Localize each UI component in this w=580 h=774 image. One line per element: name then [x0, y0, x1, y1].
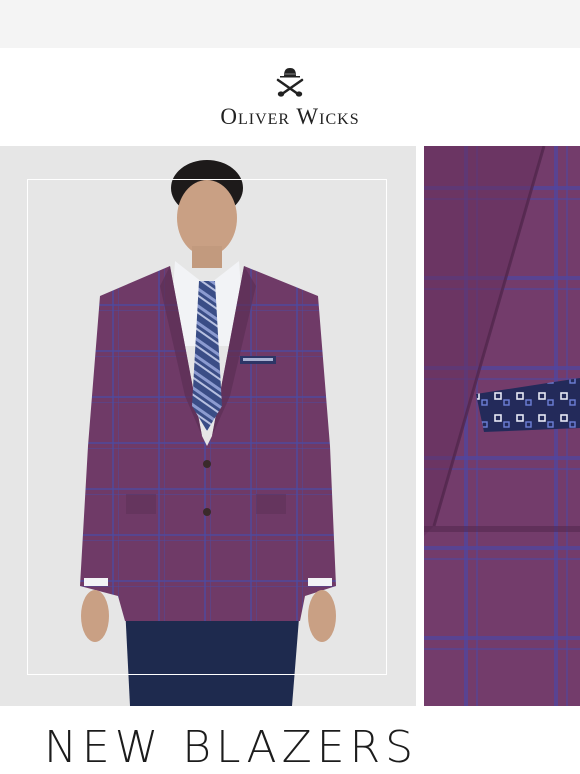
fabric-closeup-illustration — [424, 146, 580, 706]
brand-name[interactable]: Oliver Wicks — [0, 104, 580, 130]
hat-pipes-icon[interactable] — [272, 64, 308, 98]
image-divider — [416, 146, 424, 706]
brand-header: Oliver Wicks — [0, 48, 580, 146]
headline[interactable]: NEW BLAZERS — [44, 722, 418, 773]
hero-model-image[interactable] — [0, 146, 416, 706]
hero-detail-image[interactable] — [424, 146, 580, 706]
top-bar — [0, 0, 580, 48]
hero-frame-border — [27, 179, 387, 675]
